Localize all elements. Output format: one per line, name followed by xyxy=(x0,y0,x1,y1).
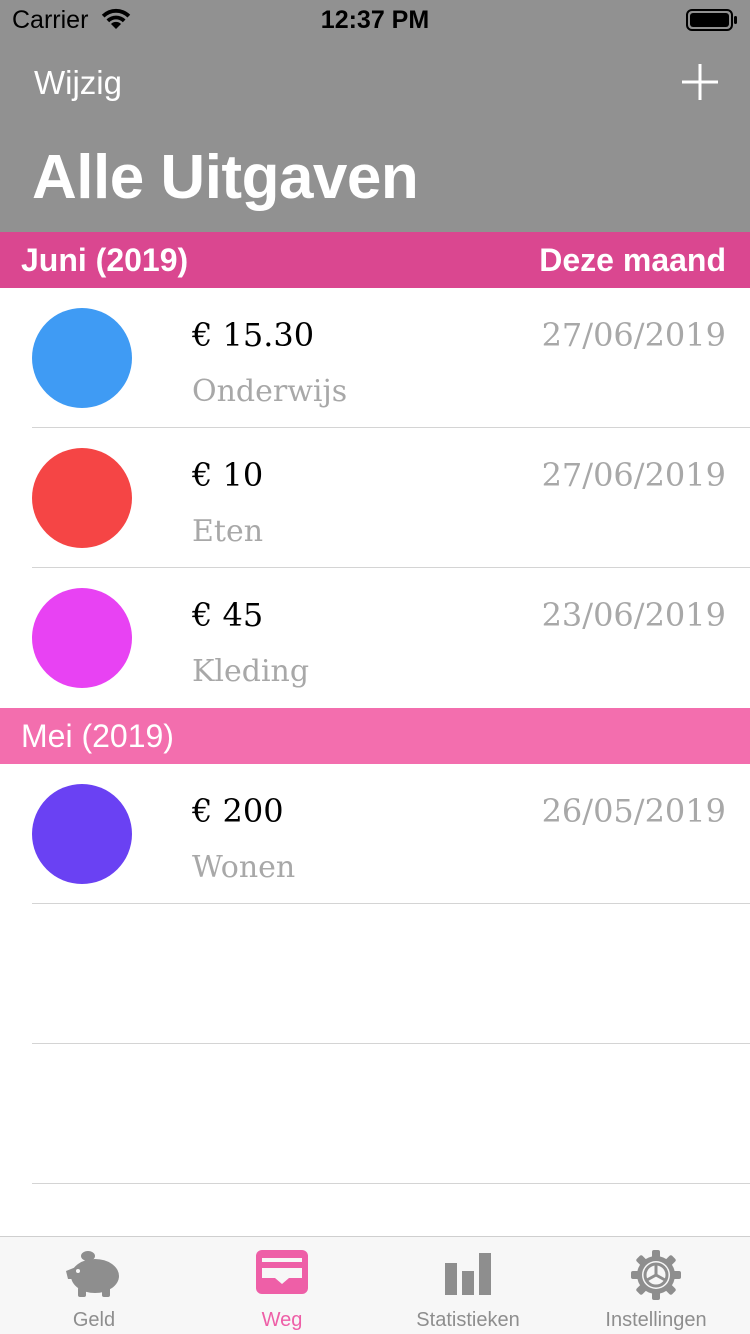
expense-amount: € 15.30 xyxy=(192,316,315,354)
row-divider xyxy=(32,1043,750,1044)
expense-date: 27/06/2019 xyxy=(541,456,726,494)
gear-icon xyxy=(630,1249,682,1306)
status-bar: Carrier 12:37 PM xyxy=(0,0,750,40)
piggy-bank-icon xyxy=(64,1249,124,1304)
category-color-dot xyxy=(32,308,132,408)
clock: 12:37 PM xyxy=(320,6,430,34)
expense-amount: € 10 xyxy=(192,456,264,494)
tab-instellingen[interactable]: Instellingen xyxy=(562,1237,750,1334)
expense-category: Wonen xyxy=(192,850,296,885)
section-header-mei: Mei (2019) xyxy=(0,708,750,764)
tab-geld[interactable]: Geld xyxy=(0,1237,188,1334)
expense-row[interactable]: € 10 27/06/2019 Eten xyxy=(0,428,750,568)
category-color-dot xyxy=(32,588,132,688)
expense-row[interactable]: € 200 26/05/2019 Wonen xyxy=(0,764,750,904)
category-color-dot xyxy=(32,448,132,548)
bar-chart-icon xyxy=(443,1249,493,1302)
battery-icon xyxy=(686,8,738,37)
navigation-bar: Wijzig Alle Uitgaven xyxy=(0,40,750,232)
tab-label: Geld xyxy=(72,1309,116,1331)
plus-icon[interactable] xyxy=(676,58,724,106)
tab-bar: Geld Weg Statistieken Instellingen xyxy=(0,1236,750,1334)
expense-category: Eten xyxy=(192,514,264,549)
expense-row[interactable]: € 15.30 27/06/2019 Onderwijs xyxy=(0,288,750,428)
category-color-dot xyxy=(32,784,132,884)
wallet-icon xyxy=(255,1249,309,1300)
page-title: Alle Uitgaven xyxy=(32,143,419,212)
tab-weg[interactable]: Weg xyxy=(188,1237,376,1334)
tab-label: Instellingen xyxy=(605,1309,707,1331)
tab-label: Statistieken xyxy=(416,1309,520,1331)
expense-amount: € 45 xyxy=(192,596,264,634)
expense-row[interactable]: € 45 23/06/2019 Kleding xyxy=(0,568,750,708)
section-header-juni: Juni (2019) Deze maand xyxy=(0,232,750,288)
section-title: Juni (2019) xyxy=(21,242,189,278)
expense-category: Kleding xyxy=(192,654,310,689)
tab-statistieken[interactable]: Statistieken xyxy=(374,1237,562,1334)
expense-date: 27/06/2019 xyxy=(541,316,726,354)
expense-category: Onderwijs xyxy=(192,374,348,409)
section-title: Mei (2019) xyxy=(21,718,174,754)
row-divider xyxy=(32,1183,750,1184)
tab-label: Weg xyxy=(261,1309,303,1331)
edit-button[interactable]: Wijzig xyxy=(34,64,122,102)
section-badge: Deze maand xyxy=(539,242,726,278)
expense-date: 23/06/2019 xyxy=(541,596,726,634)
expense-date: 26/05/2019 xyxy=(541,792,726,830)
row-divider xyxy=(32,903,750,904)
expense-amount: € 200 xyxy=(192,792,284,830)
